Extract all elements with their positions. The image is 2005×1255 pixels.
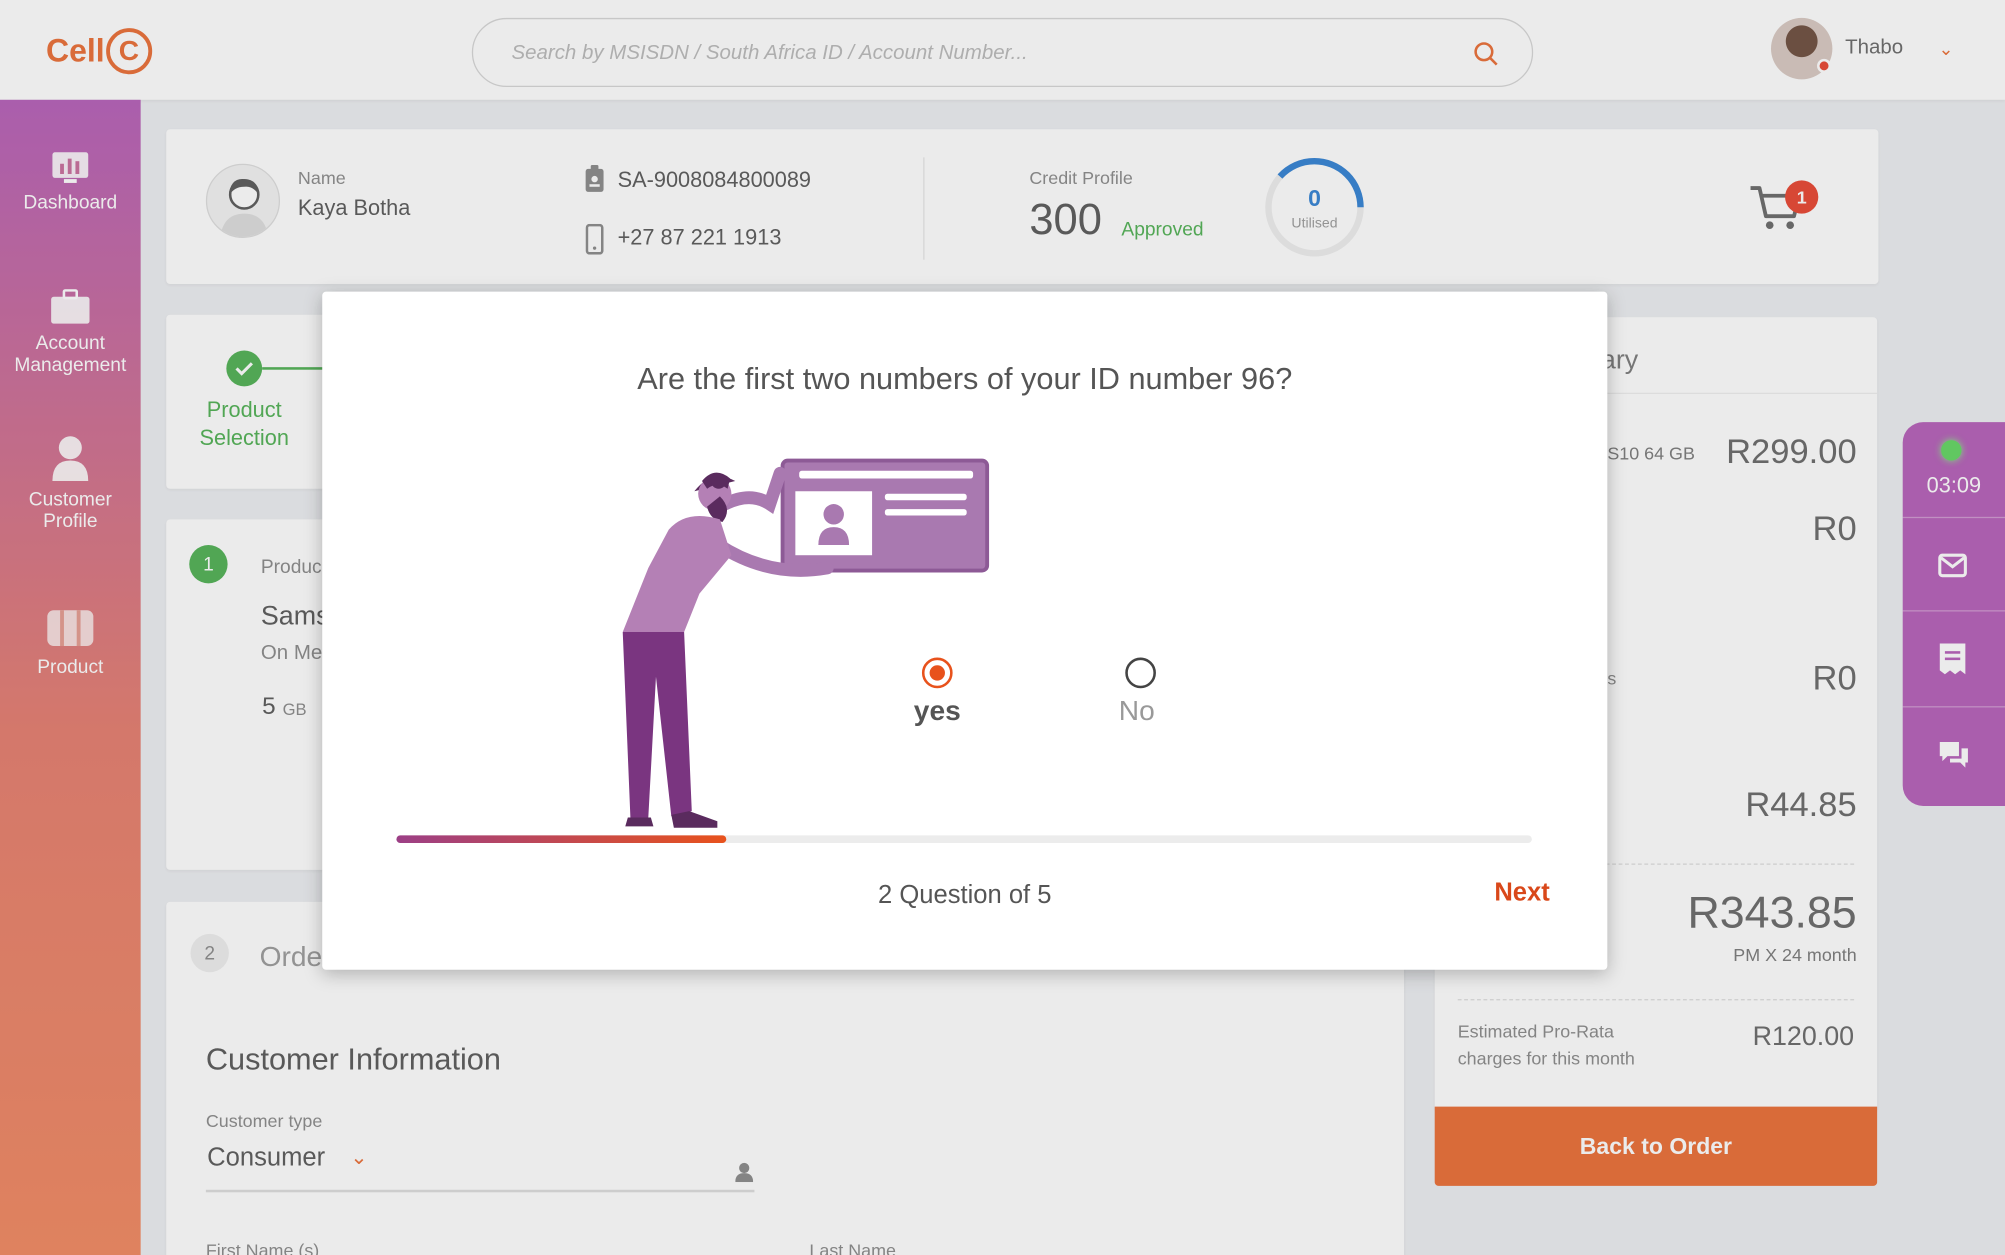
question-progress-fill	[396, 835, 726, 844]
verification-question-modal: Are the first two numbers of your ID num…	[322, 291, 1608, 970]
question-counter: 2 Question of 5	[878, 881, 1052, 910]
option-yes-radio[interactable]	[921, 657, 953, 689]
option-yes-label[interactable]: yes	[886, 695, 988, 728]
question-progress-bar	[396, 835, 1532, 844]
option-no-radio[interactable]	[1125, 657, 1156, 689]
next-button[interactable]: Next	[1447, 879, 1549, 908]
app-root: CellC Thabo ⌄ Dashboard Account Manageme…	[0, 0, 2005, 1255]
question-text: Are the first two numbers of your ID num…	[637, 362, 1293, 397]
option-no-label[interactable]: No	[1086, 695, 1188, 728]
id-card-illustration	[622, 458, 990, 828]
